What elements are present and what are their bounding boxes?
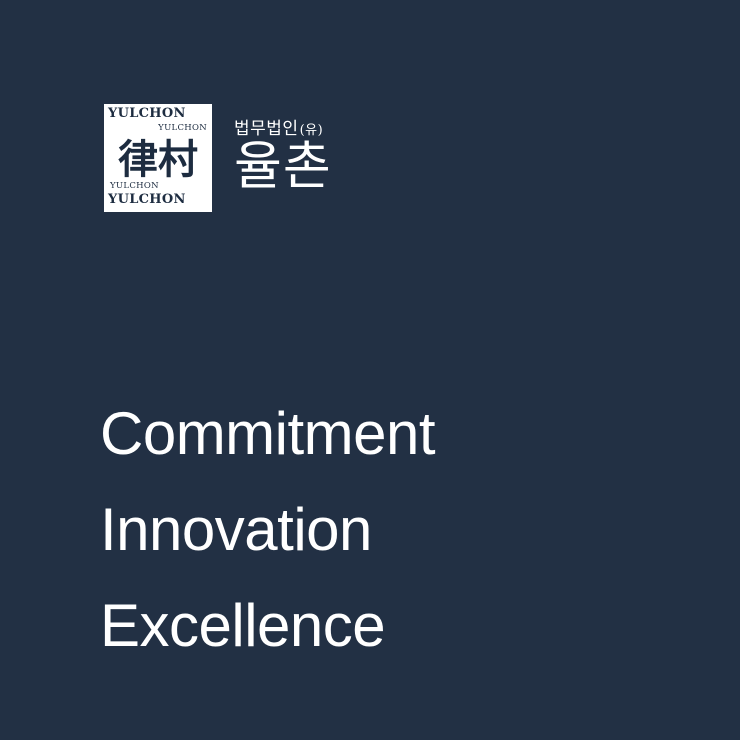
seal-logo: YULCHON YULCHON 律村 YULCHON YULCHON [104,104,212,212]
seal-hanja-text: 律村 [118,136,198,181]
firm-logo: YULCHON YULCHON 律村 YULCHON YULCHON 법무법인(… [104,104,332,212]
firm-type-suffix: (유) [299,123,324,138]
tagline-excellence: Excellence [100,592,386,659]
firm-type-label: 법무법인 [234,119,299,139]
firm-name: 법무법인(유) 율촌 [234,104,332,193]
firm-type: 법무법인(유) [234,114,332,139]
seal-text-bottom-small: YULCHON [110,181,159,191]
seal-text-top: YULCHON [108,106,186,121]
seal-hanja-mark: 律村 [118,136,198,181]
seal-text-top-small: YULCHON [158,123,207,133]
tagline-list: Commitment Innovation Excellence [100,386,436,674]
tagline-commitment: Commitment [100,400,436,467]
tagline-innovation: Innovation [100,496,372,563]
seal-text-bottom: YULCHON [108,192,186,207]
firm-name-korean: 율촌 [234,137,332,197]
